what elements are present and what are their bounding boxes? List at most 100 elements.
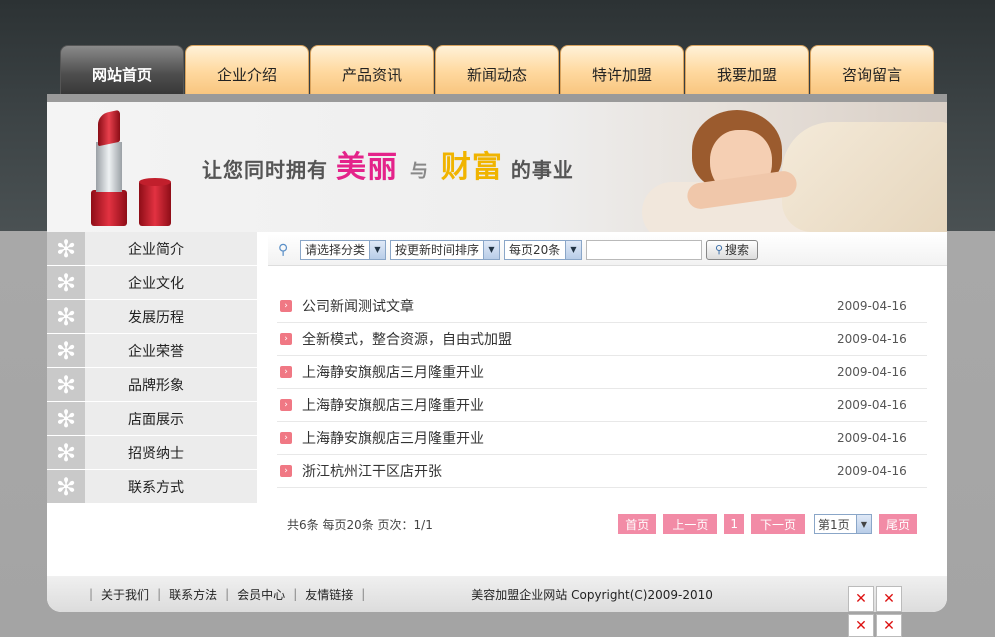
- list-item[interactable]: › 上海静安旗舰店三月隆重开业 2009-04-16: [277, 356, 927, 389]
- arrow-right-icon: ›: [280, 465, 292, 477]
- news-title[interactable]: 上海静安旗舰店三月隆重开业: [302, 428, 837, 448]
- footer-link-contact[interactable]: 联系方法: [169, 586, 217, 603]
- lipstick-tip: [98, 109, 120, 147]
- footer-separator: |: [361, 587, 366, 601]
- search-button-label: 搜索: [725, 243, 750, 257]
- page-select[interactable]: 第1页 ▼: [813, 514, 872, 534]
- search-bar: ⚲ 请选择分类 ▼ 按更新时间排序 ▼ 每页20条 ▼ ⚲ 搜索: [268, 234, 947, 266]
- search-icon: ⚲: [714, 243, 724, 256]
- list-item[interactable]: › 上海静安旗舰店三月隆重开业 2009-04-16: [277, 389, 927, 422]
- broken-image-icon: ✕: [876, 586, 902, 612]
- first-page-button[interactable]: 首页: [618, 514, 657, 534]
- sort-select-value: 按更新时间排序: [395, 243, 480, 257]
- pagination-info: 共6条 每页20条 页次：1/1: [287, 517, 433, 532]
- slogan-suffix: 的事业: [510, 158, 574, 182]
- news-date: 2009-04-16: [837, 464, 907, 478]
- sidebar: ✻ 企业简介 ✻ 企业文化 ✻ 发展历程 ✻ 企业荣誉 ✻ 品牌形象 ✻ 店面展…: [47, 232, 257, 504]
- news-date: 2009-04-16: [837, 332, 907, 346]
- flower-icon: ✻: [47, 232, 85, 265]
- arrow-right-icon: ›: [280, 432, 292, 444]
- sidebar-item-label: 企业简介: [128, 241, 184, 258]
- list-item[interactable]: › 浙江杭州江干区店开张 2009-04-16: [277, 455, 927, 488]
- category-select[interactable]: 请选择分类 ▼: [300, 239, 386, 260]
- prev-page-button[interactable]: 上一页: [663, 514, 718, 534]
- list-item[interactable]: › 公司新闻测试文章 2009-04-16: [277, 290, 927, 323]
- news-title[interactable]: 上海静安旗舰店三月隆重开业: [302, 362, 837, 382]
- flower-icon: ✻: [47, 402, 85, 435]
- footer-separator: |: [157, 587, 162, 601]
- news-title[interactable]: 浙江杭州江干区店开张: [302, 461, 837, 481]
- sidebar-item-culture[interactable]: ✻ 企业文化: [47, 266, 257, 300]
- news-date: 2009-04-16: [837, 398, 907, 412]
- sidebar-item-stores[interactable]: ✻ 店面展示: [47, 402, 257, 436]
- sidebar-item-careers[interactable]: ✻ 招贤纳士: [47, 436, 257, 470]
- slogan-prefix: 让您同时拥有: [202, 158, 328, 182]
- slogan-beauty: 美丽: [335, 150, 398, 185]
- news-date: 2009-04-16: [837, 431, 907, 445]
- pagination: 共6条 每页20条 页次：1/1 首页 上一页 1 下一页 第1页 ▼ 尾页: [287, 512, 917, 536]
- main-container: 让您同时拥有 美丽 与 财富 的事业 ✻ 企业简介 ✻ 企业文化 ✻ 发展历程: [47, 94, 947, 612]
- flower-icon: ✻: [47, 470, 85, 503]
- footer-link-members[interactable]: 会员中心: [237, 586, 285, 603]
- broken-image-icon: ✕: [848, 614, 874, 637]
- news-date: 2009-04-16: [837, 299, 907, 313]
- arrow-right-icon: ›: [280, 333, 292, 345]
- per-page-select[interactable]: 每页20条 ▼: [504, 239, 582, 260]
- footer-link-friends[interactable]: 友情链接: [305, 586, 353, 603]
- list-item[interactable]: › 上海静安旗舰店三月隆重开业 2009-04-16: [277, 422, 927, 455]
- news-date: 2009-04-16: [837, 365, 907, 379]
- chevron-down-icon: ▼: [855, 515, 871, 533]
- sidebar-item-label: 发展历程: [128, 309, 184, 326]
- sort-select[interactable]: 按更新时间排序 ▼: [390, 239, 500, 260]
- search-button[interactable]: ⚲ 搜索: [706, 239, 758, 260]
- slogan-and: 与: [409, 161, 429, 182]
- lipstick-cap-top: [139, 178, 171, 186]
- chevron-down-icon: ▼: [483, 240, 499, 259]
- blanket-shape: [782, 122, 947, 232]
- sidebar-item-profile[interactable]: ✻ 企业简介: [47, 232, 257, 266]
- lipstick-cap: [139, 180, 171, 226]
- copyright-text: 美容加盟企业网站 Copyright(C)2009-2010: [471, 587, 713, 602]
- sidebar-item-label: 企业荣誉: [128, 343, 184, 360]
- sidebar-item-label: 企业文化: [128, 275, 184, 292]
- sidebar-item-label: 品牌形象: [128, 377, 184, 394]
- broken-image-icon: ✕: [848, 586, 874, 612]
- sidebar-item-history[interactable]: ✻ 发展历程: [47, 300, 257, 334]
- slogan-wealth: 财富: [440, 150, 503, 185]
- arrow-right-icon: ›: [280, 300, 292, 312]
- search-input[interactable]: [586, 239, 702, 260]
- news-list: › 公司新闻测试文章 2009-04-16 › 全新模式，整合资源，自由式加盟 …: [277, 290, 927, 488]
- flower-icon: ✻: [47, 436, 85, 469]
- flower-icon: ✻: [47, 300, 85, 333]
- next-page-button[interactable]: 下一页: [750, 514, 805, 534]
- footer-links: | 关于我们 | 联系方法 | 会员中心 | 友情链接 |: [81, 586, 373, 603]
- news-title[interactable]: 全新模式，整合资源，自由式加盟: [302, 329, 837, 349]
- list-item[interactable]: › 全新模式，整合资源，自由式加盟 2009-04-16: [277, 323, 927, 356]
- news-title[interactable]: 公司新闻测试文章: [302, 296, 837, 316]
- footer-link-about[interactable]: 关于我们: [101, 586, 149, 603]
- chevron-down-icon: ▼: [565, 240, 581, 259]
- sidebar-item-label: 招贤纳士: [128, 445, 184, 462]
- search-icon: ⚲: [278, 241, 289, 258]
- flower-icon: ✻: [47, 334, 85, 367]
- sidebar-item-label: 店面展示: [128, 411, 184, 428]
- last-page-button[interactable]: 尾页: [878, 514, 917, 534]
- sidebar-item-label: 联系方式: [128, 479, 184, 496]
- sidebar-item-contact[interactable]: ✻ 联系方式: [47, 470, 257, 504]
- sidebar-item-honors[interactable]: ✻ 企业荣誉: [47, 334, 257, 368]
- banner-slogan: 让您同时拥有 美丽 与 财富 的事业: [202, 142, 574, 186]
- arrow-right-icon: ›: [280, 366, 292, 378]
- sidebar-item-brand[interactable]: ✻ 品牌形象: [47, 368, 257, 402]
- footer-separator: |: [293, 587, 298, 601]
- footer: | 关于我们 | 联系方法 | 会员中心 | 友情链接 | 美容加盟企业网站 C…: [47, 576, 947, 612]
- flower-icon: ✻: [47, 266, 85, 299]
- footer-separator: |: [89, 587, 94, 601]
- category-select-value: 请选择分类: [305, 243, 366, 257]
- banner-model-photo: [632, 102, 947, 232]
- per-page-select-value: 每页20条: [509, 243, 561, 257]
- lipstick-image: [91, 190, 127, 226]
- chevron-down-icon: ▼: [369, 240, 385, 259]
- news-title[interactable]: 上海静安旗舰店三月隆重开业: [302, 395, 837, 415]
- banner: 让您同时拥有 美丽 与 财富 的事业: [47, 102, 947, 232]
- current-page-button[interactable]: 1: [724, 514, 744, 534]
